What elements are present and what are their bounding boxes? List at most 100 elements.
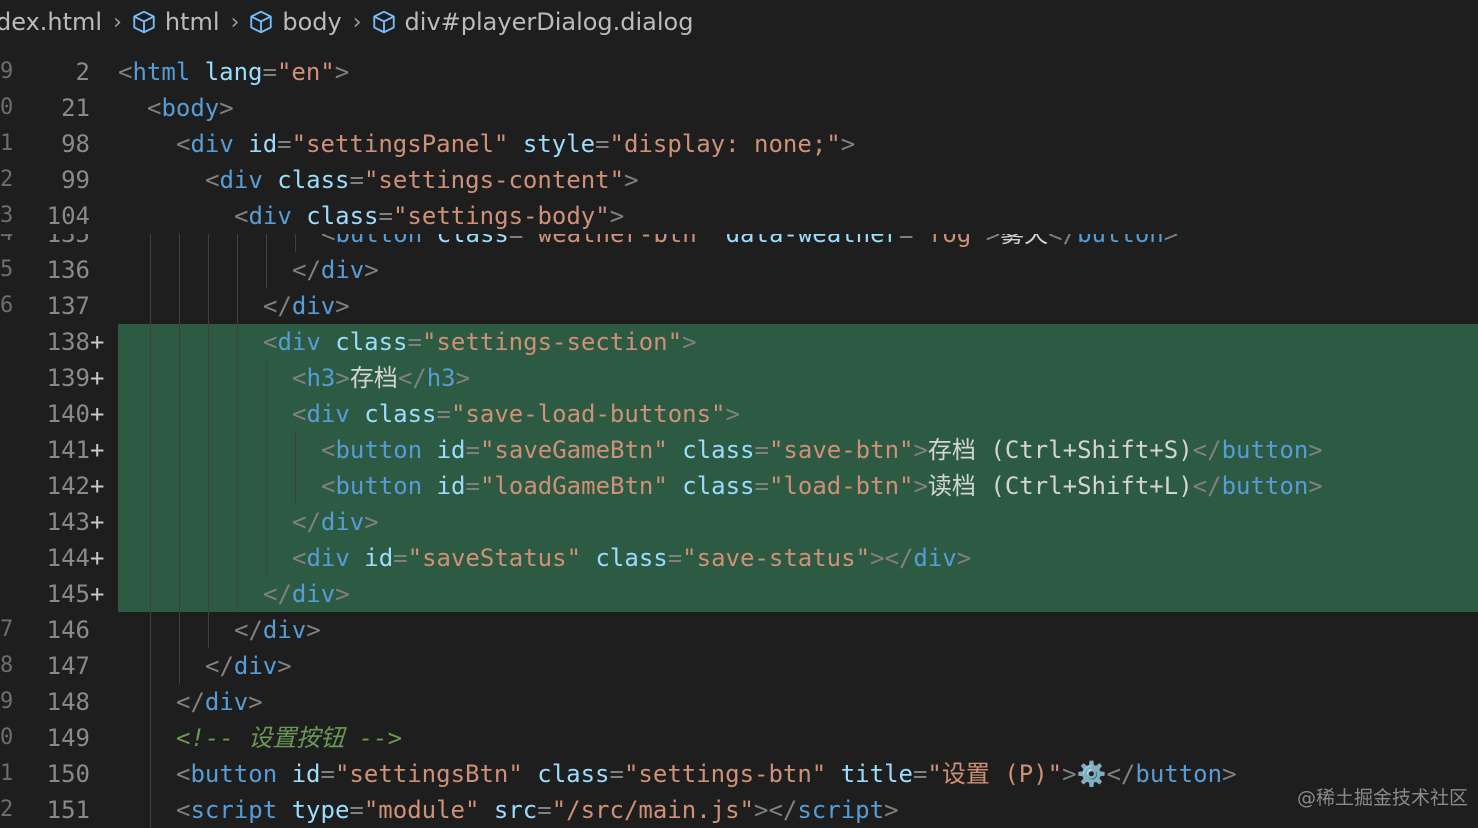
code-token: =: [754, 436, 769, 464]
minimap-gutter-number: 0: [0, 725, 14, 750]
breadcrumb-item-body[interactable]: body: [248, 8, 342, 36]
diff-added-marker: +: [90, 468, 118, 504]
code-token: id: [277, 760, 321, 788]
line-number: 99: [61, 166, 90, 194]
indent-guide: [208, 234, 209, 252]
code-token: <: [321, 472, 336, 500]
code-token: =: [508, 234, 524, 248]
code-token: >: [455, 364, 471, 392]
code-token: button: [1221, 472, 1309, 500]
line-number: 104: [46, 202, 90, 230]
code-token: >: [219, 94, 234, 122]
code-token: class: [667, 472, 755, 500]
code-text: <button id="loadGameBtn" class="load-btn…: [321, 468, 1323, 504]
code-line: 9 148 </div>: [0, 684, 1478, 720]
code-text: <button class="weather-btn" data-weather…: [321, 234, 1178, 252]
code-token: =: [899, 234, 914, 248]
code-token: <: [176, 760, 191, 788]
code-token: "settings-content": [363, 166, 625, 194]
code-text: <body>: [147, 90, 234, 126]
code-line: 9 2 <html lang="en">: [0, 54, 1478, 90]
minimap-gutter-number: 1: [0, 131, 14, 156]
breadcrumb-file[interactable]: dex.html: [0, 8, 102, 36]
line-number: 143: [14, 504, 90, 540]
minimap-gutter-number: 4: [0, 234, 14, 252]
code-token: div: [306, 544, 350, 572]
code-line: 142 + <button id="loadGameBtn" class="load…: [0, 468, 1478, 504]
diff-added-marker: [90, 54, 118, 90]
code-token: =: [436, 400, 451, 428]
code-token: "en": [276, 58, 335, 86]
code-text: <button id="settingsBtn" class="settings…: [176, 756, 1237, 792]
code-token: script: [797, 796, 885, 824]
code-token: body: [161, 94, 220, 122]
code-token: >: [1163, 234, 1179, 248]
code-token: div: [320, 256, 365, 284]
breadcrumb-item-label: body: [282, 8, 342, 36]
indent-guide: [208, 288, 209, 324]
minimap-gutter-number: 6: [0, 293, 14, 318]
code-token: =: [320, 760, 335, 788]
code-token: div: [262, 616, 307, 644]
code-token: =: [465, 472, 480, 500]
code-text: <h3>存档</h3>: [292, 360, 470, 396]
code-token: "settingsBtn": [334, 760, 523, 788]
diff-added-marker: +: [90, 396, 118, 432]
watermark: @稀土掘金技术社区: [1296, 787, 1468, 809]
indent-guide: [237, 360, 238, 396]
indent-guide: [150, 684, 151, 720]
indent-guide: [150, 648, 151, 684]
code-line: 0 21 <body>: [0, 90, 1478, 126]
indent-guide: [208, 432, 209, 468]
code-line: 138 + <div class="settings-section">: [0, 324, 1478, 360]
code-token: ></: [754, 796, 798, 824]
code-token: script: [190, 796, 278, 824]
line-number: 2: [75, 58, 90, 86]
code-token: </: [397, 364, 427, 392]
code-line: 2 99 <div class="settings-content">: [0, 162, 1478, 198]
indent-guide: [179, 612, 180, 648]
code-token: </: [1048, 234, 1078, 248]
code-token: "/src/main.js": [551, 796, 754, 824]
code-line: 0 149 <!-- 设置按钮 -->: [0, 720, 1478, 756]
code-editor[interactable]: 9 2 <html lang="en"> 0 21 <body> 1 98 <div id="s…: [0, 54, 1478, 828]
code-token: html: [132, 58, 191, 86]
indent-guide: [179, 648, 180, 684]
indent-guide: [266, 234, 267, 252]
code-token: id: [233, 130, 278, 158]
code-line: 1 150 <button id="settingsBtn" class="sett…: [0, 756, 1478, 792]
diff-added-marker: [90, 252, 118, 288]
code-token: >: [913, 472, 928, 500]
breadcrumb-item-player-dialog[interactable]: div#playerDialog.dialog: [371, 8, 693, 36]
code-token: >: [248, 688, 263, 716]
code-text: </div>: [205, 648, 292, 684]
code-text: <div class="save-load-buttons">: [292, 396, 740, 432]
code-token: id: [422, 436, 466, 464]
code-token: div: [913, 544, 957, 572]
code-token: >: [277, 652, 292, 680]
indent-guide: [208, 612, 209, 648]
code-token: >: [334, 58, 350, 86]
code-token: >: [335, 292, 350, 320]
code-text: <div id="settingsPanel" style="display: …: [176, 126, 855, 162]
code-token: =: [609, 760, 624, 788]
indent-guide: [150, 252, 151, 288]
code-token: <: [321, 234, 336, 248]
code-token: "save-load-buttons": [450, 400, 726, 428]
breadcrumb-item-html[interactable]: html: [131, 8, 220, 36]
code-token: div: [190, 130, 234, 158]
code-token: "saveGameBtn": [479, 436, 668, 464]
code-line: 141 + <button id="saveGameBtn" class="save…: [0, 432, 1478, 468]
indent-guide: [266, 360, 267, 396]
code-token: class: [262, 166, 350, 194]
diff-added-marker: [90, 126, 118, 162]
code-token: >: [335, 364, 350, 392]
code-token: >: [840, 130, 856, 158]
code-token: button: [1135, 760, 1223, 788]
code-token: </: [263, 580, 292, 608]
minimap-gutter-number: [0, 360, 14, 396]
code-token: </: [1106, 760, 1136, 788]
indent-guide: [237, 432, 238, 468]
code-token: 读档 (Ctrl+Shift+L): [927, 472, 1193, 500]
code-token: <: [176, 796, 191, 824]
